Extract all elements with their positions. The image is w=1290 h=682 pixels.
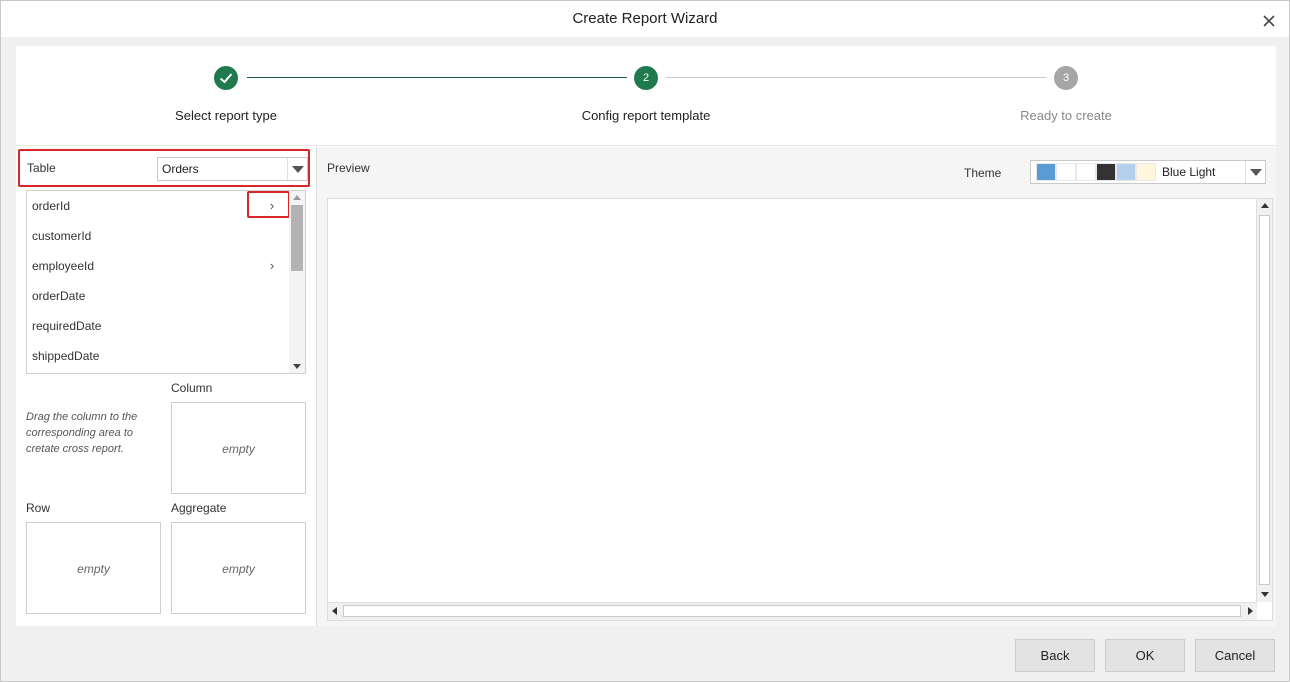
field-name: requiredDate <box>32 319 102 333</box>
field-list-scrollbar[interactable] <box>289 191 305 373</box>
theme-swatch <box>1076 163 1096 181</box>
column-drop-zone[interactable]: empty <box>171 402 306 494</box>
theme-select[interactable]: Blue Light <box>1030 160 1266 184</box>
aggregate-drop-zone[interactable]: empty <box>171 522 306 614</box>
step-connector-2-3 <box>666 77 1046 78</box>
step-3-circle: 3 <box>1054 66 1078 90</box>
step-2-label: Config report template <box>581 108 711 123</box>
field-name: orderId <box>32 199 71 213</box>
field-name: shippedDate <box>32 349 100 363</box>
step-2-circle: 2 <box>634 66 658 90</box>
list-item[interactable]: customerId <box>27 221 289 251</box>
ok-button[interactable]: OK <box>1105 639 1185 672</box>
scroll-left-icon[interactable] <box>332 607 337 615</box>
field-config-panel: Table Orders orderId › customerId employ… <box>16 147 316 626</box>
aggregate-zone-title: Aggregate <box>171 501 227 515</box>
list-item[interactable]: requiredDate <box>27 311 289 341</box>
scrollbar-track[interactable] <box>343 605 1241 617</box>
column-zone-title: Column <box>171 381 213 395</box>
row-zone-title: Row <box>26 501 51 515</box>
theme-swatch <box>1036 163 1056 181</box>
theme-swatch <box>1056 163 1076 181</box>
scroll-up-icon[interactable] <box>1261 203 1269 208</box>
step-3-label: Ready to create <box>1020 108 1112 123</box>
scrollbar-track[interactable] <box>1259 215 1270 585</box>
step-1-label: Select report type <box>175 108 277 123</box>
preview-label: Preview <box>327 161 370 175</box>
aggregate-zone-placeholder: empty <box>222 562 255 576</box>
close-button[interactable] <box>1259 9 1279 29</box>
table-select-value: Orders <box>162 162 199 176</box>
theme-swatch <box>1096 163 1116 181</box>
theme-select-value: Blue Light <box>1162 165 1216 179</box>
chevron-down-icon <box>1245 161 1265 183</box>
highlight-box <box>247 191 290 218</box>
column-zone-placeholder: empty <box>222 442 255 456</box>
dialog-title: Create Report Wizard <box>572 10 718 27</box>
scrollbar-thumb[interactable] <box>291 205 303 271</box>
preview-panel: Preview Theme Blue Light <box>317 147 1276 626</box>
step-connector-1-2 <box>247 77 627 78</box>
cancel-button[interactable]: Cancel <box>1195 639 1275 672</box>
dialog-titlebar: Create Report Wizard <box>1 1 1289 37</box>
step-1-circle <box>214 66 238 90</box>
theme-label: Theme <box>964 166 1002 180</box>
scroll-down-icon[interactable] <box>293 364 301 369</box>
scroll-up-icon[interactable] <box>293 195 301 200</box>
back-button[interactable]: Back <box>1015 639 1095 672</box>
preview-horizontal-scrollbar[interactable] <box>328 602 1257 620</box>
chevron-right-icon[interactable]: › <box>265 251 279 281</box>
step-2-number: 2 <box>642 72 650 84</box>
chevron-down-icon <box>287 158 307 180</box>
list-item[interactable]: orderDate <box>27 281 289 311</box>
theme-swatch <box>1136 163 1156 181</box>
scroll-down-icon[interactable] <box>1261 592 1269 597</box>
table-label: Table <box>27 161 56 175</box>
list-item[interactable]: shippedDate <box>27 341 289 371</box>
create-report-wizard-dialog: Create Report Wizard 2 3 Select report t… <box>0 0 1290 682</box>
table-select[interactable]: Orders <box>157 157 308 181</box>
drag-hint-text: Drag the column to the corresponding are… <box>26 411 138 455</box>
theme-swatch <box>1116 163 1136 181</box>
field-name: customerId <box>32 229 92 243</box>
field-name: orderDate <box>32 289 86 303</box>
table-selector-row: Table Orders <box>18 149 310 187</box>
checkmark-icon <box>219 73 233 84</box>
wizard-stepper: 2 3 Select report type Config report tem… <box>16 46 1276 146</box>
wizard-body: 2 3 Select report type Config report tem… <box>16 46 1276 626</box>
step-3-number: 3 <box>1062 72 1070 84</box>
preview-vertical-scrollbar[interactable] <box>1256 199 1272 602</box>
field-name: employeeId <box>32 259 95 273</box>
list-item[interactable]: orderId › <box>27 191 290 221</box>
row-drop-zone[interactable]: empty <box>26 522 161 614</box>
list-item[interactable]: employeeId › <box>27 251 289 281</box>
row-zone-placeholder: empty <box>77 562 110 576</box>
preview-canvas <box>327 198 1273 621</box>
close-icon <box>1263 15 1275 27</box>
field-list: orderId › customerId employeeId › orderD… <box>26 190 306 374</box>
scroll-right-icon[interactable] <box>1248 607 1253 615</box>
